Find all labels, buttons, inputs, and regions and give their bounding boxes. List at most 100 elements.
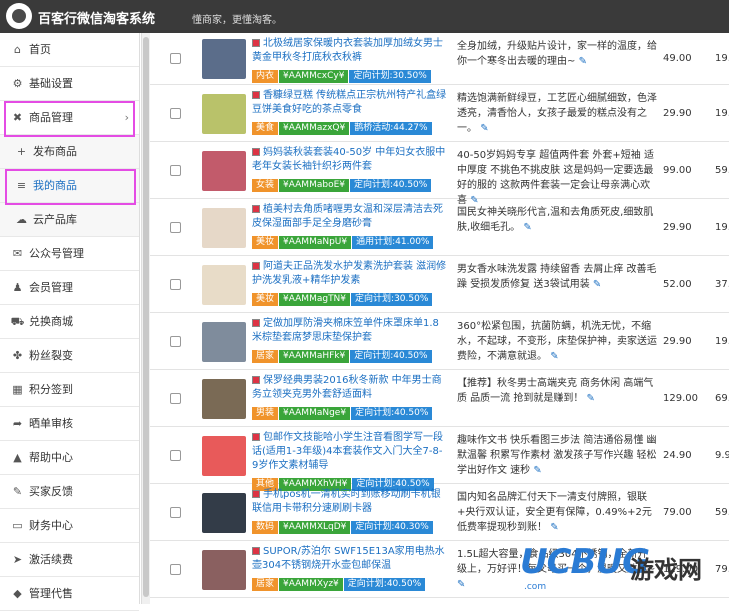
sidebar-item-users[interactable]: ♟ 会员管理: [0, 271, 139, 305]
sidebar-item-comments[interactable]: ✎ 买家反馈: [0, 475, 139, 509]
coupon-code-tag[interactable]: ¥AAMMaNge¥: [279, 407, 351, 420]
commission-plan-tag: 定向计划:30.50%: [349, 70, 431, 83]
row-checkbox[interactable]: [170, 53, 181, 64]
table-row: 北极绒居家保暖内衣套装加厚加绒女男士黄金甲秋冬打底秋衣秋裤内衣 ¥AAMMcxCy…: [150, 33, 729, 85]
commission-plan-tag: 定向计划:30.50%: [351, 293, 433, 306]
original-price: 52.00: [663, 278, 692, 290]
sidebar-item-label: 财务中心: [29, 519, 73, 532]
product-title-link[interactable]: 定做加厚防滑夹棉床笠单件床罩床单1.8米棕垫套席梦思床垫保护套: [252, 317, 448, 345]
original-price: 79.00: [663, 506, 692, 518]
sidebar-item-share[interactable]: ➦ 晒单审核: [0, 407, 139, 441]
product-title[interactable]: 妈妈装秋装套装40-50岁 中年妇女衣服中老年女装长袖针织衫两件套: [252, 147, 445, 172]
product-title-link[interactable]: 保罗经典男装2016秋冬新款 中年男士商务立领夹克男外套舒适面料: [252, 374, 448, 402]
coupon-code-tag[interactable]: ¥AAMMagTN¥: [279, 293, 351, 306]
product-title[interactable]: 手机pos机一清机实时到账移动刷卡机银联信用卡带积分速刷刷卡器: [252, 489, 441, 514]
sidebar-item-gear[interactable]: ⚙ 基础设置: [0, 67, 139, 101]
product-title[interactable]: 香糠绿豆糕 传统糕点正宗杭州特产礼盒绿豆饼美食好吃的茶点零食: [252, 90, 446, 115]
product-title-link[interactable]: 阿道夫正品洗发水护发素洗护套装 滋润修护洗发乳液+精华护发素: [252, 260, 448, 288]
watermark-url: .com: [524, 582, 547, 592]
product-info: 香糠绿豆糕 传统糕点正宗杭州特产礼盒绿豆饼美食好吃的茶点零食 美食 ¥AAMMazx…: [252, 89, 448, 135]
product-image[interactable]: [202, 378, 246, 419]
cloud-icon: ☁: [16, 213, 27, 226]
product-image[interactable]: [202, 321, 246, 362]
sidebar-item-plus[interactable]: + 发布商品: [0, 135, 139, 169]
row-checkbox[interactable]: [170, 449, 181, 461]
row-checkbox[interactable]: [170, 392, 181, 404]
product-title-link[interactable]: 手机pos机一清机实时到账移动刷卡机银联信用卡带积分速刷刷卡器: [252, 488, 448, 516]
row-checkbox[interactable]: [170, 506, 181, 518]
product-title[interactable]: 阿道夫正品洗发水护发素洗护套装 滋润修护洗发乳液+精华护发素: [252, 261, 446, 286]
sidebar-item-cloud[interactable]: ☁ 云产品库: [0, 203, 139, 237]
edit-icon[interactable]: ✎: [550, 351, 558, 362]
edit-icon[interactable]: ✎: [587, 393, 595, 404]
sidebar-scrollbar[interactable]: [141, 33, 150, 604]
product-image[interactable]: [202, 93, 246, 134]
sidebar-item-calendar[interactable]: ▦ 积分签到: [0, 373, 139, 407]
coupon-code-tag[interactable]: ¥AAMMXLqD¥: [279, 521, 351, 534]
logo-icon: [6, 3, 32, 29]
product-title-link[interactable]: 香糠绿豆糕 传统糕点正宗杭州特产礼盒绿豆饼美食好吃的茶点零食: [252, 89, 448, 117]
row-checkbox[interactable]: [170, 335, 181, 347]
coupon-price: 19.: [715, 53, 729, 64]
coupon-code-tag[interactable]: ¥AAMMaboE¥: [279, 179, 349, 192]
highlight-my-products: [5, 169, 136, 205]
sidebar-item-label: 管理代售: [29, 587, 73, 600]
flag-icon: [252, 205, 260, 213]
sidebar-item-send[interactable]: ➤ 激活续费: [0, 543, 139, 577]
scrollbar-thumb[interactable]: [143, 37, 149, 597]
calendar-icon: ▦: [12, 383, 23, 396]
sidebar-item-card[interactable]: ▭ 财务中心: [0, 509, 139, 543]
description-text: 40-50岁妈妈专享 超值两件套 外套+短袖 适中厚度 不挑色不挑皮肤 这是妈妈…: [457, 150, 654, 206]
coupon-price: 9.9: [715, 449, 729, 461]
sidebar-item-home[interactable]: ⌂ 首页: [0, 33, 139, 67]
row-checkbox[interactable]: [170, 221, 181, 233]
row-checkbox[interactable]: [170, 278, 181, 290]
product-image[interactable]: [202, 492, 246, 533]
sidebar-item-wechat[interactable]: ✉ 公众号管理: [0, 237, 139, 271]
product-image[interactable]: [202, 207, 246, 248]
product-image[interactable]: [202, 264, 246, 305]
sidebar-item-cart[interactable]: ⛟ 兑换商城: [0, 305, 139, 339]
product-image[interactable]: [202, 39, 246, 79]
edit-icon[interactable]: ✎: [579, 56, 587, 67]
coupon-code-tag[interactable]: ¥AAMMXyz¥: [279, 578, 343, 591]
edit-icon[interactable]: ✎: [593, 279, 601, 290]
product-info: SUPOR/苏泊尔 SWF15E13A家用电热水壶304不锈钢烧开水壶包邮保温居…: [252, 545, 448, 591]
coupon-code-tag[interactable]: ¥AAMMcxCy¥: [279, 70, 349, 83]
product-title[interactable]: 包邮作文技能哈小学生注音看图学写一段话(适用1-3年级)4本套装作文入门大全7-…: [252, 432, 443, 471]
product-title[interactable]: 北极绒居家保暖内衣套装加厚加绒女男士黄金甲秋冬打底秋衣秋裤: [252, 38, 443, 63]
row-checkbox[interactable]: [170, 563, 181, 575]
edit-icon[interactable]: ✎: [533, 465, 541, 476]
product-title[interactable]: SUPOR/苏泊尔 SWF15E13A家用电热水壶304不锈钢烧开水壶包邮保温: [252, 546, 445, 571]
coupon-code-tag[interactable]: ¥AAMMazxQ¥: [279, 122, 350, 135]
product-image[interactable]: [202, 549, 246, 590]
row-checkbox[interactable]: [170, 107, 181, 119]
edit-icon[interactable]: ✎: [480, 123, 488, 134]
app-title: 百客行微信淘客系统: [38, 12, 156, 27]
sidebar-item-network[interactable]: ✤ 粉丝裂变: [0, 339, 139, 373]
cart-icon: ⛟: [10, 315, 25, 328]
product-title-link[interactable]: SUPOR/苏泊尔 SWF15E13A家用电热水壶304不锈钢烧开水壶包邮保温: [252, 545, 448, 573]
category-tag: 居家: [252, 350, 279, 363]
sidebar-item-graduation[interactable]: ▲ 帮助中心: [0, 441, 139, 475]
sidebar-item-label: 基础设置: [29, 77, 73, 90]
product-table: 北极绒居家保暖内衣套装加厚加绒女男士黄金甲秋冬打底秋衣秋裤内衣 ¥AAMMcxCy…: [150, 33, 729, 604]
product-title-link[interactable]: 北极绒居家保暖内衣套装加厚加绒女男士黄金甲秋冬打底秋衣秋裤: [252, 37, 448, 65]
sidebar-item-bag[interactable]: ◆ 管理代售: [0, 577, 139, 611]
product-title[interactable]: 植美村去角质啫喱男女温和深层清洁去死皮保湿面部手足全身磨砂膏: [252, 204, 443, 229]
row-checkbox[interactable]: [170, 164, 181, 176]
product-description: 男女香水味洗发露 持续留香 去屑止痒 改善毛躁 受损发质修复 送3袋试用装 ✎: [457, 262, 657, 292]
edit-icon[interactable]: ✎: [550, 522, 558, 533]
product-title-link[interactable]: 植美村去角质啫喱男女温和深层清洁去死皮保湿面部手足全身磨砂膏: [252, 203, 448, 231]
category-tag: 内衣: [252, 70, 279, 83]
product-title-link[interactable]: 妈妈装秋装套装40-50岁 中年妇女衣服中老年女装长袖针织衫两件套: [252, 146, 448, 174]
edit-icon[interactable]: ✎: [523, 222, 531, 233]
product-title-link[interactable]: 包邮作文技能哈小学生注音看图学写一段话(适用1-3年级)4本套装作文入门大全7-…: [252, 431, 448, 473]
product-image[interactable]: [202, 150, 246, 191]
coupon-code-tag[interactable]: ¥AAMMaNpU¥: [279, 236, 352, 249]
product-title[interactable]: 保罗经典男装2016秋冬新款 中年男士商务立领夹克男外套舒适面料: [252, 375, 442, 400]
product-title[interactable]: 定做加厚防滑夹棉床笠单件床罩床单1.8米棕垫套席梦思床垫保护套: [252, 318, 439, 343]
edit-icon[interactable]: ✎: [457, 579, 465, 590]
coupon-code-tag[interactable]: ¥AAMMaHFk¥: [279, 350, 350, 363]
product-image[interactable]: [202, 435, 246, 476]
